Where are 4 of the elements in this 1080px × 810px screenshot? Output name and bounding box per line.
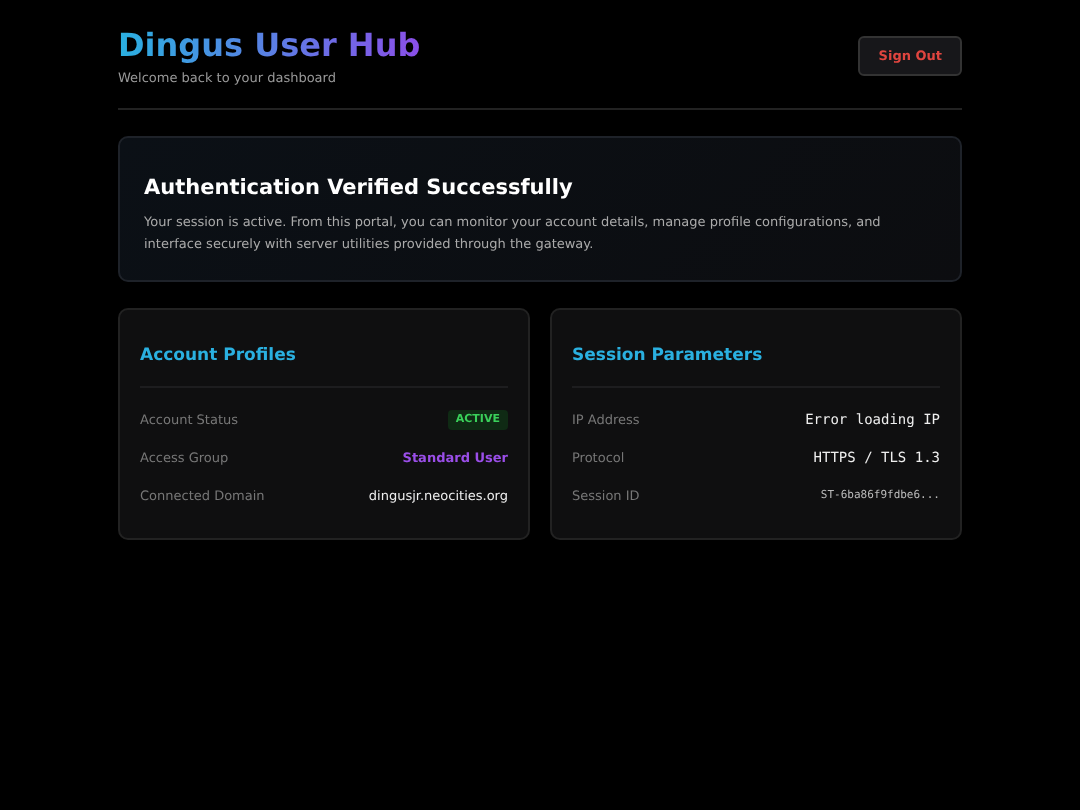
card-title: Account Profiles (140, 346, 296, 366)
notice-title: Authentication Verified Successfully (144, 176, 573, 200)
card-title: Session Parameters (572, 346, 763, 366)
app-title: Dingus User Hub (118, 26, 421, 66)
